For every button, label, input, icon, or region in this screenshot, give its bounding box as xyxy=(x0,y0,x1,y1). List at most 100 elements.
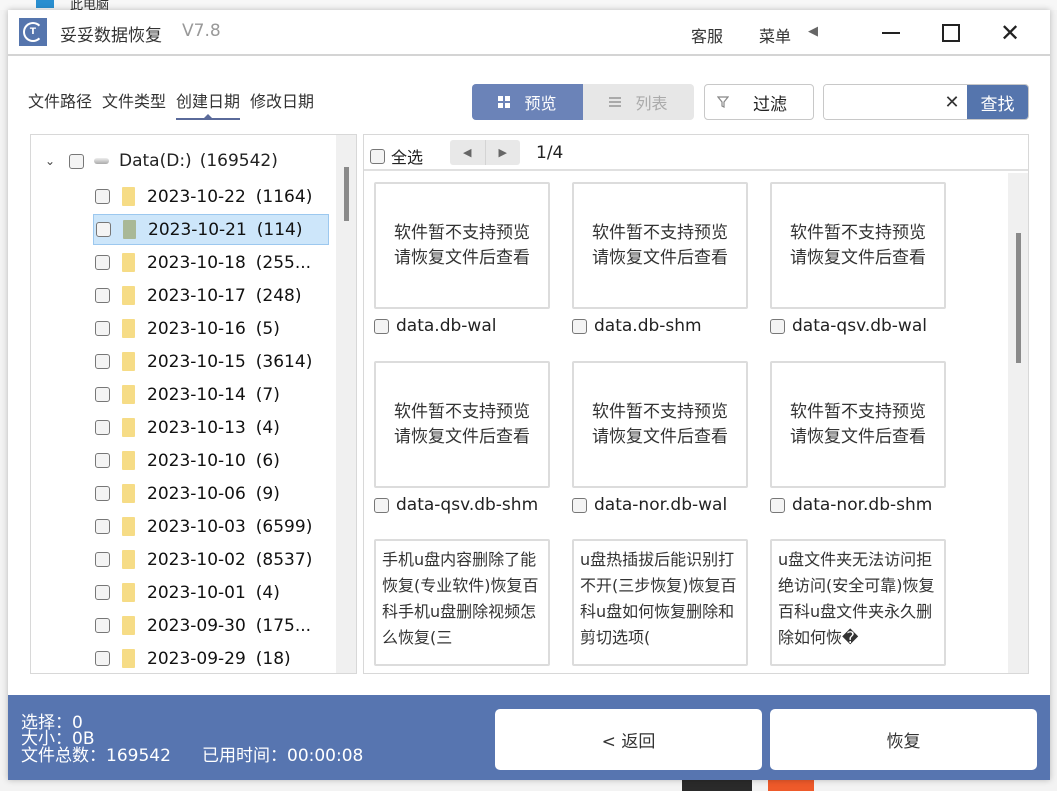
file-name-row: data.db-shm xyxy=(572,316,748,336)
root-checkbox[interactable] xyxy=(69,153,84,169)
tree-item-count: (4) xyxy=(255,582,280,603)
folder-icon xyxy=(122,451,135,470)
file-card[interactable]: 软件暂不支持预览 请恢复文件后查看 data-nor.db-shm xyxy=(770,361,946,515)
file-card[interactable]: u盘热插拔后能识别打不开(三步恢复)恢复百科u盘如何恢复删除和剪切选项( xyxy=(572,539,748,674)
file-card[interactable]: 软件暂不支持预览 请恢复文件后查看 data-qsv.db-wal xyxy=(770,182,946,336)
tree-item-count: (248) xyxy=(255,285,302,306)
tree-item-date: 2023-10-18 xyxy=(147,252,246,273)
tree-item-count: (175... xyxy=(255,615,312,636)
tree-item-checkbox[interactable] xyxy=(95,420,110,435)
preview-view-button[interactable]: 预览 xyxy=(472,84,583,120)
tree-item-checkbox[interactable] xyxy=(95,486,110,501)
tree-root-drive[interactable]: ⌄ Data(D:) (169542) xyxy=(45,149,278,173)
tree-item[interactable]: 2023-10-16 (5) xyxy=(93,313,329,344)
file-preview: 软件暂不支持预览 请恢复文件后查看 xyxy=(572,361,748,488)
grid-scrollbar[interactable] xyxy=(1008,173,1028,673)
tree-item[interactable]: 2023-10-10 (6) xyxy=(93,445,329,476)
chevron-down-icon[interactable]: ⌄ xyxy=(45,154,59,168)
file-checkbox[interactable] xyxy=(374,673,389,674)
file-card[interactable]: 手机u盘内容删除了能恢复(专业软件)恢复百科手机u盘删除视频怎么恢复(三 xyxy=(374,539,550,674)
folder-icon xyxy=(122,517,135,536)
tree-item-checkbox[interactable] xyxy=(95,321,110,336)
tree-item-checkbox[interactable] xyxy=(95,387,110,402)
tree-item[interactable]: 2023-10-18 (255... xyxy=(93,247,329,278)
tab-created-date[interactable]: 创建日期 xyxy=(176,88,241,120)
clear-search-icon[interactable]: ✕ xyxy=(937,85,967,119)
search-input[interactable] xyxy=(824,85,937,119)
tree-item[interactable]: 2023-09-30 (175... xyxy=(93,610,329,641)
file-checkbox[interactable] xyxy=(374,318,389,334)
prev-page-button[interactable]: ◀ xyxy=(450,140,486,165)
drive-icon xyxy=(94,158,109,164)
tree-item[interactable]: 2023-10-03 (6599) xyxy=(93,511,329,542)
tree-item-checkbox[interactable] xyxy=(95,453,110,468)
file-name-row: data.db-wal xyxy=(374,316,550,336)
tree-item-checkbox[interactable] xyxy=(96,222,111,237)
tree-item[interactable]: 2023-10-02 (8537) xyxy=(93,544,329,575)
tree-item[interactable]: 2023-10-17 (248) xyxy=(93,280,329,311)
file-checkbox[interactable] xyxy=(572,497,587,513)
tree-item[interactable]: 2023-10-13 (4) xyxy=(93,412,329,443)
file-name-row: data-nor.db-shm xyxy=(770,495,946,515)
tree-item-checkbox[interactable] xyxy=(95,618,110,633)
tab-file-path[interactable]: 文件路径 xyxy=(28,88,92,120)
tab-file-type[interactable]: 文件类型 xyxy=(102,88,166,120)
file-name-row xyxy=(572,673,748,674)
tree-item-count: (1164) xyxy=(255,186,313,207)
file-checkbox[interactable] xyxy=(770,318,785,334)
file-checkbox[interactable] xyxy=(770,673,785,674)
tree-item[interactable]: 2023-10-21 (114) xyxy=(93,214,329,245)
select-all-checkbox[interactable] xyxy=(370,148,385,164)
file-checkbox[interactable] xyxy=(770,497,785,513)
tree-item-checkbox[interactable] xyxy=(95,354,110,369)
select-all[interactable]: 全选 xyxy=(370,144,423,168)
file-card[interactable]: 软件暂不支持预览 请恢复文件后查看 data-qsv.db-shm xyxy=(374,361,550,515)
tree-item-checkbox[interactable] xyxy=(95,552,110,567)
file-card[interactable]: 软件暂不支持预览 请恢复文件后查看 data.db-wal xyxy=(374,182,550,336)
pager: ◀ ▶ xyxy=(450,140,520,165)
tree-item-date: 2023-10-13 xyxy=(147,417,246,438)
tree-item[interactable]: 2023-09-29 (18) xyxy=(93,643,329,673)
tree-item-checkbox[interactable] xyxy=(95,288,110,303)
close-button[interactable]: ✕ xyxy=(990,16,1030,50)
drive-label: Data(D:) xyxy=(119,151,192,171)
file-checkbox[interactable] xyxy=(572,318,587,334)
tree-item[interactable]: 2023-10-15 (3614) xyxy=(93,346,329,377)
tree-item[interactable]: 2023-10-22 (1164) xyxy=(93,181,329,212)
tree-item[interactable]: 2023-10-14 (7) xyxy=(93,379,329,410)
tree-item-count: (255... xyxy=(255,252,312,273)
tab-modified-date[interactable]: 修改日期 xyxy=(250,88,314,120)
tree-item-checkbox[interactable] xyxy=(95,519,110,534)
tree-item-checkbox[interactable] xyxy=(95,255,110,270)
recover-button[interactable]: 恢复 xyxy=(770,709,1037,770)
next-page-button[interactable]: ▶ xyxy=(486,140,521,165)
filter-button[interactable]: 过滤 xyxy=(704,84,814,120)
tree-item-count: (6599) xyxy=(255,516,313,537)
list-view-button[interactable]: 列表 xyxy=(583,84,694,120)
grid-scroll-thumb[interactable] xyxy=(1016,233,1021,363)
tree-scroll-thumb[interactable] xyxy=(344,167,349,221)
grid-icon xyxy=(498,96,511,108)
tree-item-checkbox[interactable] xyxy=(95,189,110,204)
file-checkbox[interactable] xyxy=(572,673,587,674)
file-card[interactable]: 软件暂不支持预览 请恢复文件后查看 data-nor.db-wal xyxy=(572,361,748,515)
minimize-button[interactable] xyxy=(871,16,911,50)
support-link[interactable]: 客服 xyxy=(691,23,723,47)
file-card[interactable]: 软件暂不支持预览 请恢复文件后查看 data.db-shm xyxy=(572,182,748,336)
menu-button[interactable]: 菜单 xyxy=(759,23,791,47)
maximize-button[interactable] xyxy=(931,16,971,50)
back-button[interactable]: < 返回 xyxy=(495,709,762,770)
tree-scrollbar[interactable] xyxy=(336,135,356,673)
file-name: data-nor.db-shm xyxy=(792,495,933,515)
tree-item-checkbox[interactable] xyxy=(95,585,110,600)
file-card[interactable]: u盘文件夹无法访问拒绝访问(安全可靠)恢复百科u盘文件夹永久删除如何恢� xyxy=(770,539,946,674)
menu-arrow-icon[interactable]: ◀ xyxy=(808,24,818,39)
tree-item-checkbox[interactable] xyxy=(95,651,110,666)
tree-item[interactable]: 2023-10-06 (9) xyxy=(93,478,329,509)
file-name: data.db-shm xyxy=(594,316,702,336)
file-checkbox[interactable] xyxy=(374,497,389,513)
search-button[interactable]: 查找 xyxy=(967,85,1028,119)
tree-item-date: 2023-09-29 xyxy=(147,648,246,669)
tree-item[interactable]: 2023-10-01 (4) xyxy=(93,577,329,608)
app-title: 妥妥数据恢复 xyxy=(60,26,162,46)
